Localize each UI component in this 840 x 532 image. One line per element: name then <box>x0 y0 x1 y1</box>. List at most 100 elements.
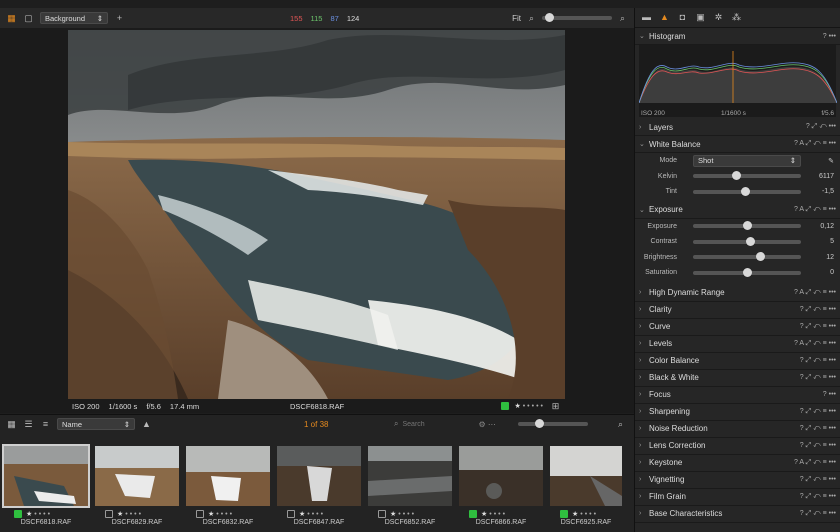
zoom-in-icon[interactable]: ⌕ <box>617 13 628 24</box>
section-levels[interactable]: › Levels ? A ⤢ ↶ ≡ ••• <box>635 336 840 353</box>
workspace-dropdown[interactable]: Background ⇕ <box>40 12 108 24</box>
section-tools[interactable]: ? A ⤢ ↶ ≡ ••• <box>794 459 836 467</box>
adjustment-value[interactable]: 5 <box>830 238 834 245</box>
thumbnail[interactable]: ★•••• DSCF6925.RAF <box>548 444 624 526</box>
tint-value[interactable]: -1,5 <box>822 188 834 195</box>
color-tag[interactable] <box>105 510 113 518</box>
filmstrip-view-icon[interactable]: ≡ <box>40 419 51 430</box>
color-tag[interactable] <box>196 510 204 518</box>
single-view-icon[interactable]: ▢ <box>23 13 34 24</box>
adjustment-slider[interactable] <box>693 236 801 246</box>
sort-dropdown[interactable]: Name ⇕ <box>57 418 135 430</box>
section-sharpening[interactable]: › Sharpening ? ⤢ ↶ ≡ ••• <box>635 404 840 421</box>
section-lens-correction[interactable]: › Lens Correction ? ⤢ ↶ ≡ ••• <box>635 438 840 455</box>
section-high-dynamic-range[interactable]: › High Dynamic Range ? A ⤢ ↶ ≡ ••• <box>635 285 840 302</box>
section-keystone[interactable]: › Keystone ? A ⤢ ↶ ≡ ••• <box>635 455 840 472</box>
section-color-balance[interactable]: › Color Balance ? ⤢ ↶ ≡ ••• <box>635 353 840 370</box>
add-icon[interactable]: + <box>114 13 125 24</box>
adjustment-value[interactable]: 0,12 <box>820 223 834 230</box>
grid-view-icon[interactable]: ▦ <box>6 13 17 24</box>
star-rating[interactable]: ★•••• <box>117 510 143 518</box>
histogram-header[interactable]: ⌄ Histogram ? ••• <box>635 28 840 45</box>
star-rating[interactable]: ★•••• <box>481 510 507 518</box>
adjustment-knob[interactable] <box>755 252 765 262</box>
section-black-white[interactable]: › Black & White ? ⤢ ↶ ≡ ••• <box>635 370 840 387</box>
section-layers[interactable]: › Layers ? ⤢ ↶ ••• <box>635 119 840 136</box>
thumbnail[interactable]: ★•••• DSCF6866.RAF <box>457 444 545 526</box>
adjustment-value[interactable]: 12 <box>826 254 834 261</box>
wb-mode-dropdown[interactable]: Shot ⇕ <box>693 154 801 167</box>
section-curve[interactable]: › Curve ? ⤢ ↶ ≡ ••• <box>635 319 840 336</box>
adjustment-value[interactable]: 0 <box>830 269 834 276</box>
color-tag[interactable] <box>560 510 568 518</box>
color-tag[interactable] <box>501 402 510 410</box>
section-tools[interactable]: ? ⤢ ↶ ≡ ••• <box>800 306 836 314</box>
section-tools[interactable]: ? A ⤢ ↶ ≡ ••• <box>794 289 836 297</box>
section-tools[interactable]: ? A ⤢ ↶ ≡ ••• <box>794 206 836 214</box>
section-tools[interactable]: ? ⤢ ↶ ••• <box>806 123 836 131</box>
sort-direction-icon[interactable]: ▲ <box>141 419 152 430</box>
zoom-slider-knob[interactable] <box>545 13 554 22</box>
adjustment-slider[interactable] <box>693 267 801 277</box>
star-rating[interactable]: ★••••• <box>514 402 545 410</box>
zoom-slider[interactable] <box>542 13 612 22</box>
star-rating[interactable]: ★•••• <box>390 510 416 518</box>
section-white-balance[interactable]: ⌄ White Balance ? A ⤢ ↶ ≡ ••• <box>635 136 840 153</box>
thumbnail[interactable]: ★•••• DSCF6829.RAF <box>93 444 181 526</box>
filter-icon[interactable]: ⚙ ⋯ <box>478 420 495 429</box>
section-film-grain[interactable]: › Film Grain ? ⤢ ↶ ≡ ••• <box>635 489 840 506</box>
section-tools[interactable]: ? ⤢ ↶ ≡ ••• <box>800 510 836 518</box>
section-tools[interactable]: ? ••• <box>823 391 836 398</box>
grid-overlay-icon[interactable]: ⊞ <box>550 401 561 412</box>
section-tools[interactable]: ? ⤢ ↶ ≡ ••• <box>800 442 836 450</box>
color-tag[interactable] <box>469 510 477 518</box>
section-tools[interactable]: ? A ⤢ ↶ ≡ ••• <box>794 140 836 148</box>
color-tag[interactable] <box>378 510 386 518</box>
color-tag[interactable] <box>14 510 22 518</box>
thumbnail-size-slider[interactable] <box>518 419 588 428</box>
thumbnail-size-knob[interactable] <box>535 419 544 428</box>
adjustment-knob[interactable] <box>743 221 752 231</box>
section-tools[interactable]: ? ⤢ ↶ ≡ ••• <box>800 374 836 382</box>
main-photo[interactable] <box>68 30 565 399</box>
section-tools[interactable]: ? ⤢ ↶ ≡ ••• <box>800 323 836 331</box>
gear-icon[interactable]: ✲ <box>713 12 724 23</box>
thumbnail[interactable]: ★•••• DSCF6847.RAF <box>275 444 363 526</box>
camera-icon[interactable]: ◘ <box>677 12 688 23</box>
thumbnail[interactable]: ★•••• DSCF6818.RAF <box>2 444 90 526</box>
thumbnail-view-icon[interactable]: ▦ <box>6 419 17 430</box>
thumbnail[interactable]: ★•••• DSCF6832.RAF <box>184 444 272 526</box>
section-clarity[interactable]: › Clarity ? ⤢ ↶ ≡ ••• <box>635 302 840 319</box>
section-base-characteristics[interactable]: › Base Characteristics ? ⤢ ↶ ≡ ••• <box>635 506 840 523</box>
star-rating[interactable]: ★•••• <box>572 510 598 518</box>
zoom-icon[interactable]: ⌕ <box>526 13 537 24</box>
section-vignetting[interactable]: › Vignetting ? ⤢ ↶ ≡ ••• <box>635 472 840 489</box>
list-view-icon[interactable]: ☰ <box>23 419 34 430</box>
section-tools[interactable]: ? ⤢ ↶ ≡ ••• <box>800 357 836 365</box>
section-noise-reduction[interactable]: › Noise Reduction ? ⤢ ↶ ≡ ••• <box>635 421 840 438</box>
adjustment-knob[interactable] <box>746 236 756 246</box>
tint-slider[interactable] <box>693 186 801 196</box>
section-exposure[interactable]: ⌄ Exposure ? A ⤢ ↶ ≡ ••• <box>635 202 840 219</box>
search-box[interactable]: ⌕ ⚙ ⋯ <box>394 418 496 430</box>
styles-icon[interactable]: ⁂ <box>731 12 742 23</box>
kelvin-knob[interactable] <box>732 171 742 181</box>
adjustment-slider[interactable] <box>693 252 801 262</box>
adjustment-knob[interactable] <box>743 267 752 277</box>
section-tools[interactable]: ? ••• <box>823 33 836 40</box>
tint-knob[interactable] <box>740 186 750 196</box>
search-input[interactable] <box>402 418 475 430</box>
folder-icon[interactable]: ▬ <box>641 12 652 23</box>
thumbnail[interactable]: ★•••• DSCF6852.RAF <box>366 444 454 526</box>
color-tag[interactable] <box>287 510 295 518</box>
kelvin-value[interactable]: 6117 <box>819 173 834 180</box>
section-tools[interactable]: ? A ⤢ ↶ ≡ ••• <box>794 340 836 348</box>
star-rating[interactable]: ★•••• <box>299 510 325 518</box>
star-rating[interactable]: ★•••• <box>26 510 52 518</box>
fit-label[interactable]: Fit <box>512 14 521 23</box>
section-tools[interactable]: ? ⤢ ↶ ≡ ••• <box>800 493 836 501</box>
star-rating[interactable]: ★•••• <box>208 510 234 518</box>
adjust-tab-icon[interactable]: ▲ <box>659 12 670 23</box>
kelvin-slider[interactable] <box>693 171 801 181</box>
section-tools[interactable]: ? ⤢ ↶ ≡ ••• <box>800 425 836 433</box>
